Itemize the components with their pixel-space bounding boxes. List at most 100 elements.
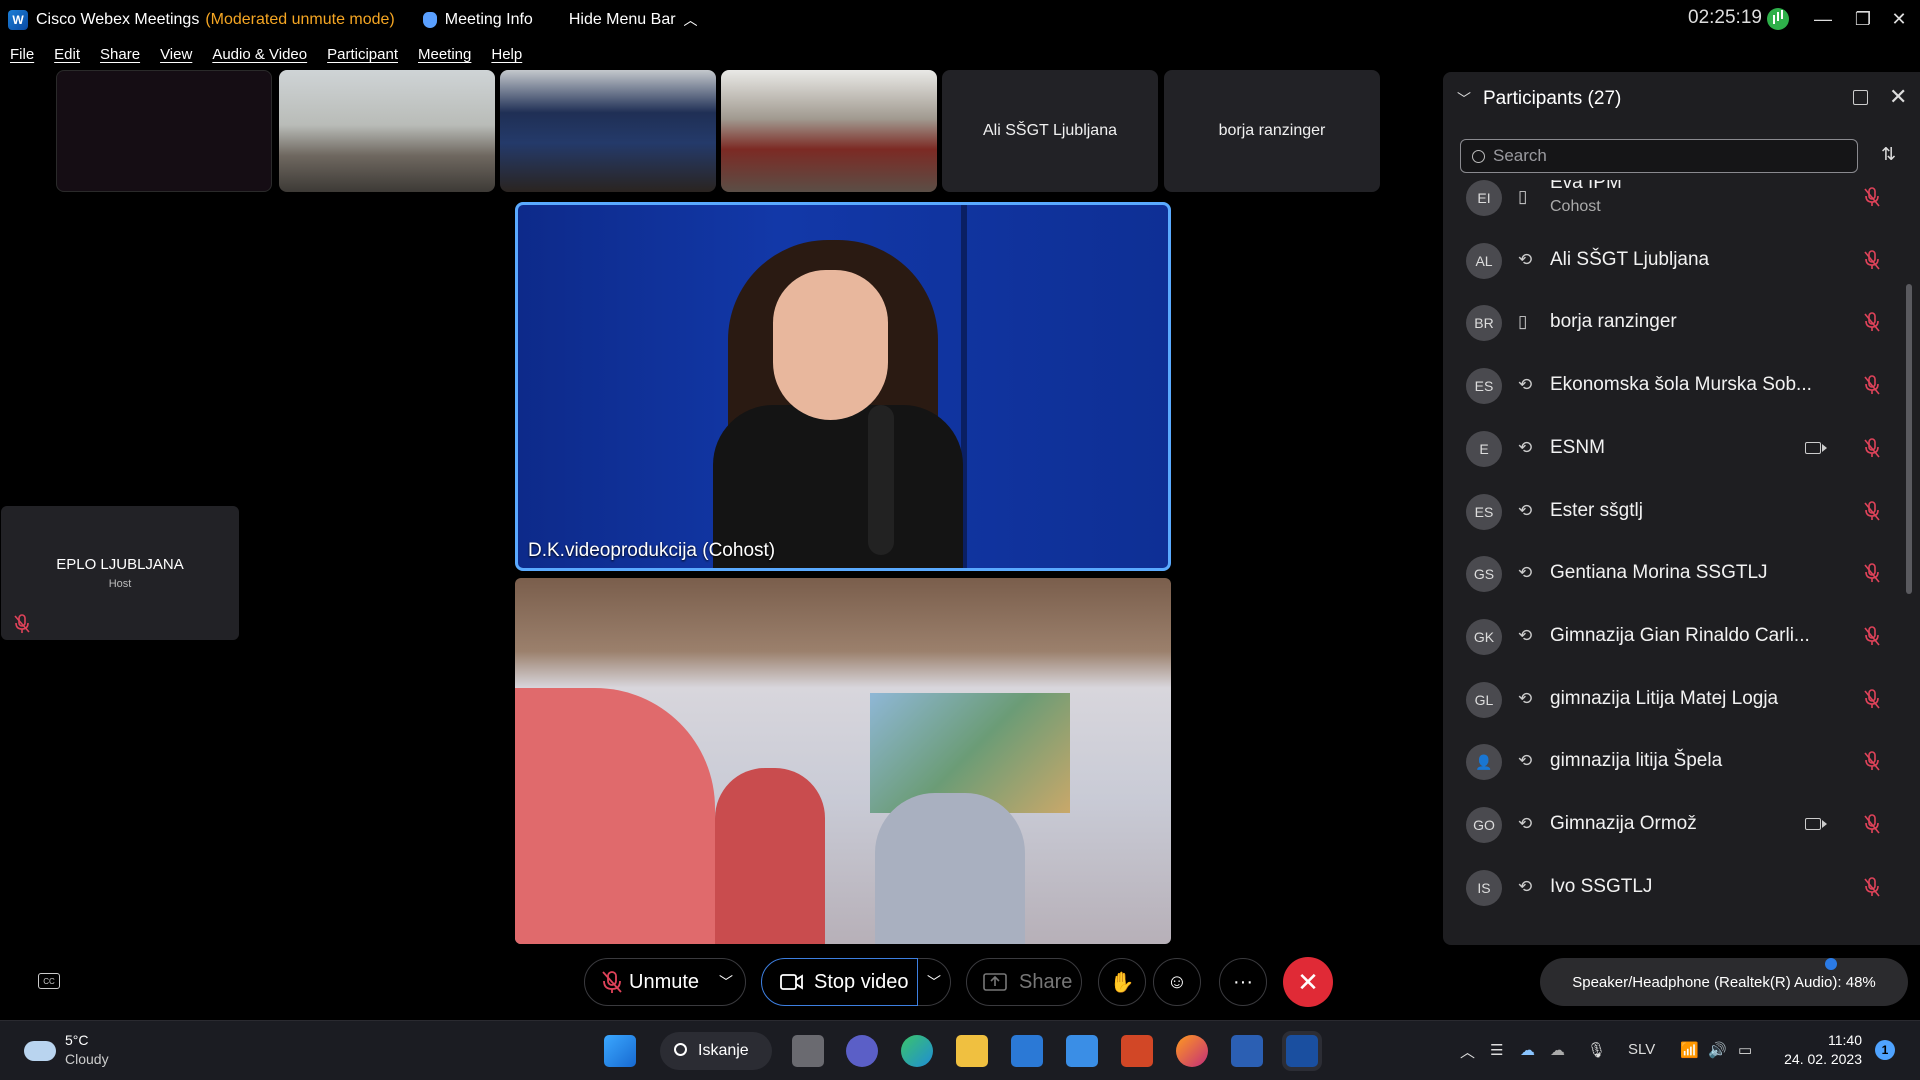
chevron-down-icon[interactable]: ﹀ (1457, 89, 1471, 109)
network-health-icon[interactable] (1767, 8, 1789, 30)
participants-header[interactable]: ﹀ Participants (27) (1457, 88, 1621, 110)
speaker-icon[interactable]: 🔊 (1708, 1041, 1727, 1059)
weather-temperature[interactable]: 5°C (65, 1032, 89, 1048)
task-view-icon[interactable] (792, 1035, 824, 1067)
stop-video-button[interactable]: Stop video (761, 958, 918, 1006)
participant-name: borja ranzinger (1550, 311, 1677, 333)
microphone-icon[interactable]: 🎙 (1587, 1041, 1606, 1059)
file-explorer-icon[interactable] (956, 1035, 988, 1067)
chevron-down-icon[interactable]: ﹀ (719, 972, 733, 992)
closed-captions-button[interactable]: CC (38, 973, 60, 989)
mic-muted-icon[interactable] (1863, 249, 1881, 271)
participant-row[interactable]: GO ⟲ Gimnazija Ormož (1443, 799, 1908, 849)
hide-menu-bar-button[interactable]: Hide Menu Bar (569, 11, 676, 29)
cloud-sync-icon[interactable]: ☁ (1550, 1041, 1565, 1059)
participant-tile-name: Ali SŠGT Ljubljana (983, 122, 1117, 139)
close-icon[interactable]: ✕ (1889, 84, 1907, 110)
language-indicator[interactable]: SLV (1628, 1041, 1655, 1058)
unmute-button[interactable]: Unmute ﹀ (584, 958, 746, 1006)
chevron-up-icon[interactable]: ︿ (1460, 1041, 1475, 1062)
chevron-up-icon[interactable]: ︿ (684, 10, 698, 30)
participant-row[interactable]: E ⟲ ESNM (1443, 423, 1908, 473)
word-icon[interactable] (1231, 1035, 1263, 1067)
store-icon[interactable] (1011, 1035, 1043, 1067)
onedrive-icon[interactable]: ☁ (1520, 1041, 1535, 1059)
participant-row[interactable]: 👤 ⟲ gimnazija litija Špela (1443, 736, 1908, 786)
menu-file[interactable]: File (0, 42, 44, 68)
video-thumbnail[interactable] (721, 70, 937, 192)
sync-audio-icon: ⟲ (1518, 625, 1533, 645)
teams-chat-icon[interactable] (846, 1035, 878, 1067)
menu-meeting[interactable]: Meeting (408, 42, 481, 68)
sort-icon[interactable]: ⇅ (1881, 144, 1896, 165)
mic-muted-icon[interactable] (1863, 813, 1881, 835)
raise-hand-button[interactable]: ✋ (1098, 958, 1146, 1006)
active-speaker-video[interactable]: D.K.videoprodukcija (Cohost) (515, 202, 1171, 571)
reactions-button[interactable]: ☺ (1153, 958, 1201, 1006)
mic-muted-icon (602, 971, 622, 993)
more-options-button[interactable]: ··· (1219, 958, 1267, 1006)
close-window-button[interactable]: ✕ (1876, 4, 1920, 34)
scrollbar-thumb[interactable] (1906, 284, 1912, 594)
menu-share[interactable]: Share (90, 42, 150, 68)
mic-muted-icon[interactable] (1863, 688, 1881, 710)
system-time[interactable]: 11:40 (1828, 1032, 1862, 1048)
shield-icon[interactable] (422, 12, 437, 28)
menu-audio-video[interactable]: Audio & Video (202, 42, 317, 68)
video-thumbnail[interactable] (279, 70, 495, 192)
notifications-tray-icon[interactable]: ☰ (1490, 1041, 1503, 1059)
participant-avatar: BR (1466, 305, 1502, 342)
participant-row[interactable]: EI ▯ Eva IPM Cohost (1443, 180, 1908, 222)
participant-tile[interactable]: borja ranzinger (1164, 70, 1380, 192)
participant-row[interactable]: GS ⟲ Gentiana Morina SSGTLJ (1443, 548, 1908, 598)
menu-bar: File Edit Share View Audio & Video Parti… (0, 42, 532, 68)
powerpoint-icon[interactable] (1121, 1035, 1153, 1067)
menu-help[interactable]: Help (481, 42, 532, 68)
menu-view[interactable]: View (150, 42, 202, 68)
cloud-icon[interactable] (24, 1041, 56, 1061)
mic-muted-icon[interactable] (1863, 437, 1881, 459)
mic-muted-icon[interactable] (1863, 750, 1881, 772)
participant-row[interactable]: GL ⟲ gimnazija Litija Matej Logja (1443, 674, 1908, 724)
participant-search-input[interactable]: Search (1460, 139, 1858, 173)
leave-meeting-button[interactable]: ✕ (1283, 957, 1333, 1007)
participant-row[interactable]: ES ⟲ Ester sšgtlj (1443, 486, 1908, 536)
mic-muted-icon[interactable] (1863, 876, 1881, 898)
wifi-icon[interactable]: 📶 (1680, 1041, 1699, 1059)
video-thumbnail[interactable] (56, 70, 272, 192)
participant-list-scrollbar[interactable] (1905, 184, 1913, 934)
battery-icon[interactable]: ▭ (1738, 1041, 1752, 1059)
participant-row[interactable]: GK ⟲ Gimnazija Gian Rinaldo Carli... (1443, 611, 1908, 661)
system-date[interactable]: 24. 02. 2023 (1781, 1051, 1862, 1067)
webex-taskbar-icon[interactable] (1286, 1035, 1318, 1067)
classroom-video[interactable] (515, 578, 1171, 944)
mail-icon[interactable] (1066, 1035, 1098, 1067)
participant-row[interactable]: AL ⟲ Ali SŠGT Ljubljana (1443, 235, 1908, 285)
video-thumbnail[interactable] (500, 70, 716, 192)
participant-row[interactable]: IS ⟲ Ivo SSGTLJ (1443, 862, 1908, 912)
share-button[interactable]: Share (966, 958, 1082, 1006)
share-label: Share (1019, 970, 1073, 993)
menu-participant[interactable]: Participant (317, 42, 408, 68)
participant-tile[interactable]: Ali SŠGT Ljubljana (942, 70, 1158, 192)
mic-muted-icon[interactable] (1863, 625, 1881, 647)
participant-row[interactable]: ES ⟲ Ekonomska šola Murska Sob... (1443, 360, 1908, 410)
firefox-icon[interactable] (1176, 1035, 1208, 1067)
mic-muted-icon[interactable] (1863, 500, 1881, 522)
mic-muted-icon[interactable] (1863, 311, 1881, 333)
meeting-info-button[interactable]: Meeting Info (445, 11, 533, 29)
participant-row[interactable]: BR ▯ borja ranzinger (1443, 297, 1908, 347)
host-tile[interactable]: EPLO LJUBLJANA Host (1, 506, 239, 640)
popout-icon[interactable] (1853, 90, 1868, 105)
edge-browser-icon[interactable] (901, 1035, 933, 1067)
mic-muted-icon[interactable] (1863, 562, 1881, 584)
taskbar-search[interactable]: Iskanje (660, 1032, 772, 1070)
windows-start-icon[interactable] (604, 1035, 636, 1067)
notification-badge[interactable]: 1 (1875, 1040, 1895, 1060)
video-options-button[interactable]: ﹀ (918, 958, 951, 1006)
sync-audio-icon: ⟲ (1518, 563, 1533, 583)
menu-edit[interactable]: Edit (44, 42, 90, 68)
mic-muted-icon[interactable] (1863, 374, 1881, 396)
weather-description[interactable]: Cloudy (65, 1051, 109, 1067)
mic-muted-icon[interactable] (1863, 186, 1881, 208)
